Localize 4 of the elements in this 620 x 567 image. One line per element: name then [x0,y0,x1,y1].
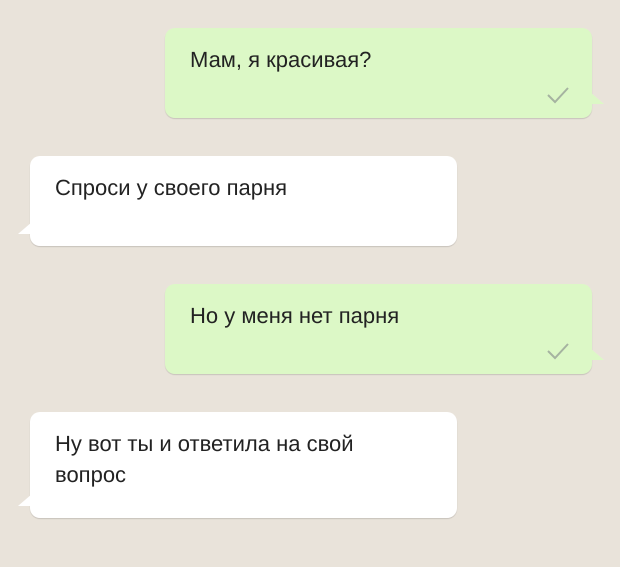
message-text: Мам, я красивая? [190,46,372,74]
message-text: Но у меня нет парня [190,302,400,330]
message-text: Ну вот ты и ответила на свой вопрос [55,430,355,489]
message-text: Спроси у своего парня [55,174,288,202]
